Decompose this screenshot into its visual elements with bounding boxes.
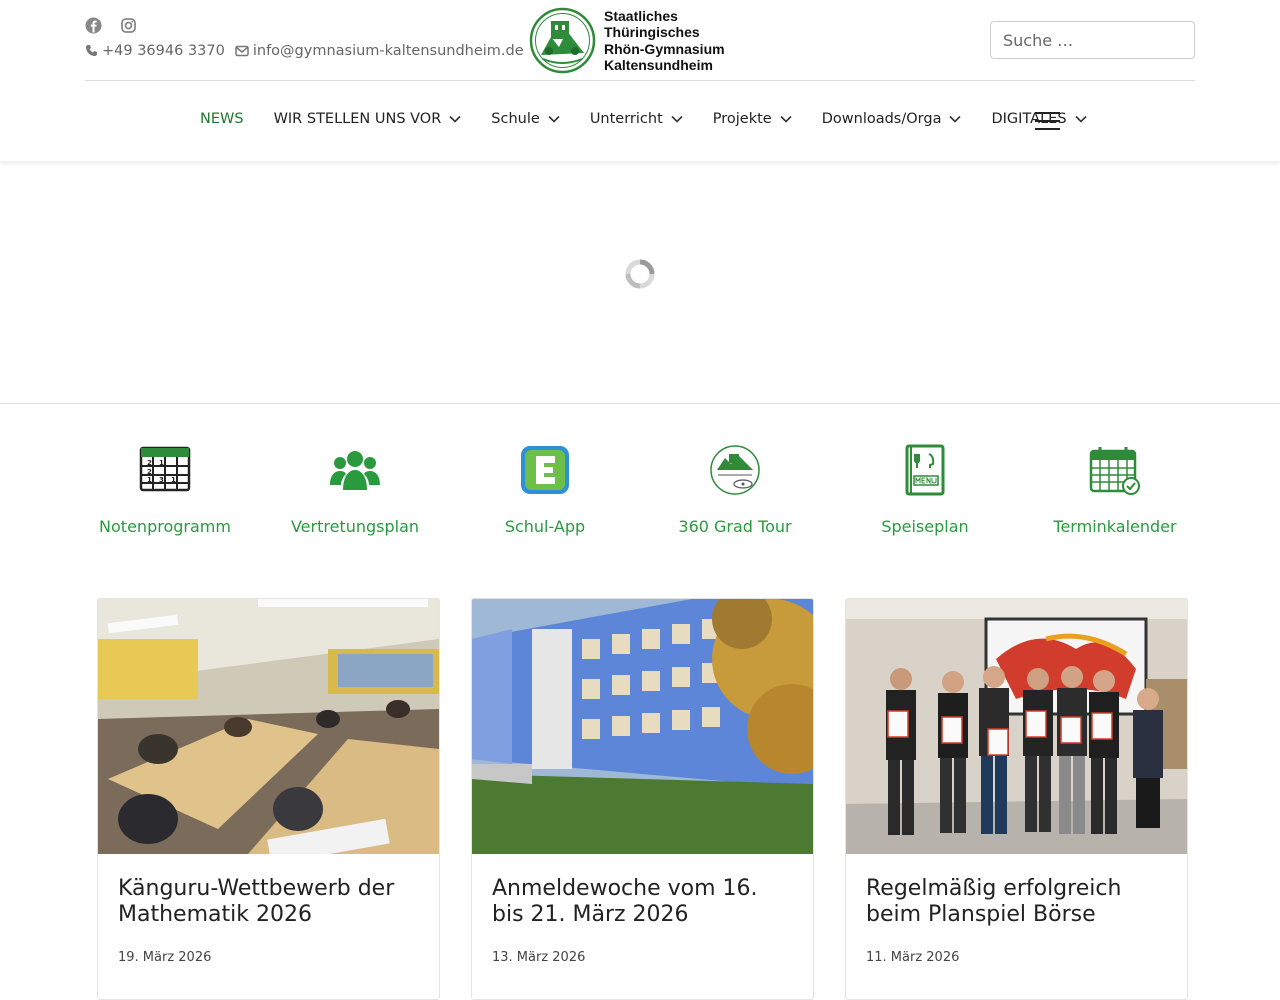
menu-book-icon xyxy=(905,444,945,496)
svg-text:1: 1 xyxy=(171,476,176,484)
hamburger-menu-icon[interactable] xyxy=(1035,112,1060,130)
grade-table-icon: 2 1 2 1 3 1 xyxy=(139,446,191,492)
quicklink-notenprogramm[interactable]: 2 1 2 1 3 1 Notenprogramm xyxy=(70,444,260,536)
loading-spinner-icon xyxy=(625,259,655,289)
phone-icon xyxy=(85,44,98,61)
post-date: 19. März 2026 xyxy=(118,950,212,965)
chevron-down-icon xyxy=(449,111,461,127)
quicklink-schul-app[interactable]: Schul-App xyxy=(450,444,640,536)
quicklink-terminkalender[interactable]: Terminkalender xyxy=(1020,444,1210,536)
envelope-icon xyxy=(235,45,249,61)
email-link[interactable]: info@gymnasium-kaltensundheim.de xyxy=(235,43,524,61)
nav-item-label: Projekte xyxy=(712,111,772,127)
nav-item-unterricht[interactable]: Unterricht xyxy=(590,111,683,127)
chevron-down-icon xyxy=(1074,111,1087,127)
svg-text:2: 2 xyxy=(147,468,152,476)
quicklink-label: 360 Grad Tour xyxy=(678,517,792,536)
chevron-down-icon xyxy=(548,111,560,127)
school-emblem-icon xyxy=(529,7,596,74)
logo-line-3: Rhön-Gymnasium xyxy=(604,40,725,57)
post-title[interactable]: Regelmäßig erfolgreich beim Planspiel Bö… xyxy=(866,876,1167,928)
phone-link[interactable]: +49 36946 3370 xyxy=(85,43,225,61)
users-group-icon xyxy=(330,451,380,490)
post-date: 13. März 2026 xyxy=(492,950,586,965)
nav-item-schule[interactable]: Schule xyxy=(491,111,560,127)
email-address: info@gymnasium-kaltensundheim.de xyxy=(252,43,524,59)
logo-line-1: Staatliches xyxy=(604,7,678,24)
nav-item-downloads-orga[interactable]: Downloads/Orga xyxy=(822,111,962,127)
svg-text:1: 1 xyxy=(147,476,152,484)
svg-text:1: 1 xyxy=(159,459,164,467)
quicklink-label: Speiseplan xyxy=(881,517,969,536)
contact-info: +49 36946 3370 info@gymnasium-kaltensund… xyxy=(85,43,524,61)
chevron-down-icon xyxy=(671,111,683,127)
svg-text:2: 2 xyxy=(147,459,152,467)
quicklink-label: Terminkalender xyxy=(1053,517,1177,536)
news-posts: Känguru-Wettbewerb der Mathematik 2026 1… xyxy=(97,598,1188,1000)
post-title[interactable]: Känguru-Wettbewerb der Mathematik 2026 xyxy=(118,876,419,928)
top-header: +49 36946 3370 info@gymnasium-kaltensund… xyxy=(85,0,1195,81)
chevron-down-icon xyxy=(949,111,962,127)
nav-item-label: NEWS xyxy=(200,111,244,127)
post-image-classroom[interactable] xyxy=(98,599,439,854)
nav-item-news[interactable]: NEWS xyxy=(200,111,244,127)
nav-item-label: Schule xyxy=(491,111,540,127)
quicklink-speiseplan[interactable]: Speiseplan xyxy=(830,444,1020,536)
main-navigation: NEWS WIR STELLEN UNS VOR Schule Unterricht P… xyxy=(0,81,1280,161)
logo-text: Staatliches Thüringisches Rhön-Gymnasium… xyxy=(604,8,725,74)
quicklinks: 2 1 2 1 3 1 Notenprogramm Vertretungspla… xyxy=(70,444,1210,536)
quicklink-label: Schul-App xyxy=(504,517,586,536)
quicklink-label: Notenprogramm xyxy=(99,517,231,536)
quicklink-label: Vertretungsplan xyxy=(290,517,420,536)
quicklink-vertretungsplan[interactable]: Vertretungsplan xyxy=(260,444,450,536)
hero-slider xyxy=(0,161,1280,404)
svg-text:3: 3 xyxy=(159,476,164,484)
post-card[interactable]: Anmeldewoche vom 16. bis 21. März 2026 1… xyxy=(471,598,814,1000)
facebook-icon[interactable] xyxy=(85,17,102,34)
e-app-icon xyxy=(521,446,569,494)
post-image-school-building[interactable] xyxy=(472,599,813,854)
logo-line-4: Kaltensundheim xyxy=(604,57,713,73)
nav-item-projekte[interactable]: Projekte xyxy=(713,111,792,127)
nav-menu: NEWS WIR STELLEN UNS VOR Schule Unterricht P… xyxy=(200,111,1087,127)
search-input[interactable] xyxy=(990,21,1195,59)
post-card[interactable]: Regelmäßig erfolgreich beim Planspiel Bö… xyxy=(845,598,1188,1000)
post-image-students-award[interactable] xyxy=(846,599,1187,854)
social-links xyxy=(85,17,137,34)
nav-item-label: WIR STELLEN UNS VOR xyxy=(273,111,442,127)
logo-line-2: Thüringisches xyxy=(604,24,700,40)
nav-item-label: Downloads/Orga xyxy=(821,111,942,127)
quicklink-360-grad-tour[interactable]: 360 Grad Tour xyxy=(640,444,830,536)
post-title[interactable]: Anmeldewoche vom 16. bis 21. März 2026 xyxy=(492,876,793,928)
tour-360-icon xyxy=(710,445,760,495)
nav-item-wir-stellen-uns-vor[interactable]: WIR STELLEN UNS VOR xyxy=(274,111,462,127)
nav-item-label: Unterricht xyxy=(589,111,663,127)
chevron-down-icon xyxy=(780,111,792,127)
instagram-icon[interactable] xyxy=(120,17,137,34)
post-date: 11. März 2026 xyxy=(866,950,960,965)
school-logo[interactable]: Staatliches Thüringisches Rhön-Gymnasium… xyxy=(529,7,725,74)
calendar-check-icon xyxy=(1089,447,1140,495)
phone-number: +49 36946 3370 xyxy=(102,43,225,59)
post-card[interactable]: Känguru-Wettbewerb der Mathematik 2026 1… xyxy=(97,598,440,1000)
